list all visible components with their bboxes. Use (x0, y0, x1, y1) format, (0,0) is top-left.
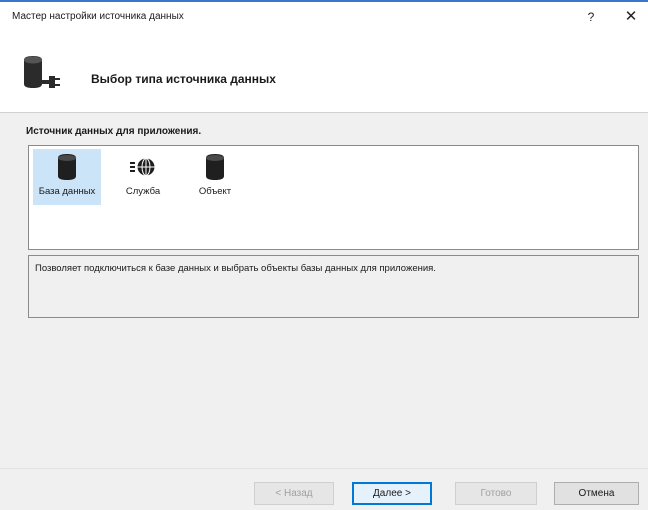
footer-divider (0, 468, 648, 469)
title-bar: Мастер настройки источника данных ? ✕ (0, 2, 648, 32)
cancel-button[interactable]: Отмена (554, 482, 639, 505)
source-item-label: База данных (38, 186, 96, 197)
close-button[interactable]: ✕ (620, 6, 642, 28)
source-item-label: Объект (198, 186, 232, 197)
description-text: Позволяет подключиться к базе данных и в… (35, 263, 436, 274)
finish-button[interactable]: Готово (455, 482, 537, 505)
window-title: Мастер настройки источника данных (12, 11, 184, 22)
back-button[interactable]: < Назад (254, 482, 334, 505)
source-item-database[interactable]: База данных (33, 149, 101, 205)
page-title: Выбор типа источника данных (91, 72, 276, 86)
source-section-label: Источник данных для приложения. (26, 126, 202, 137)
database-plug-icon (24, 56, 60, 88)
web-service-icon (130, 158, 155, 176)
wizard-header: Выбор типа источника данных (0, 32, 648, 113)
wizard-window: Мастер настройки источника данных ? ✕ Вы… (0, 0, 648, 510)
help-button[interactable]: ? (580, 6, 602, 28)
source-item-service[interactable]: Служба (109, 149, 177, 205)
description-box: Позволяет подключиться к базе данных и в… (28, 255, 639, 318)
next-button[interactable]: Далее > (352, 482, 432, 505)
source-item-label: Служба (125, 186, 161, 197)
database-icon (58, 154, 76, 180)
source-item-object[interactable]: Объект (181, 149, 249, 205)
data-source-list: База данных Служба Объект (28, 145, 639, 250)
object-icon (206, 154, 224, 180)
